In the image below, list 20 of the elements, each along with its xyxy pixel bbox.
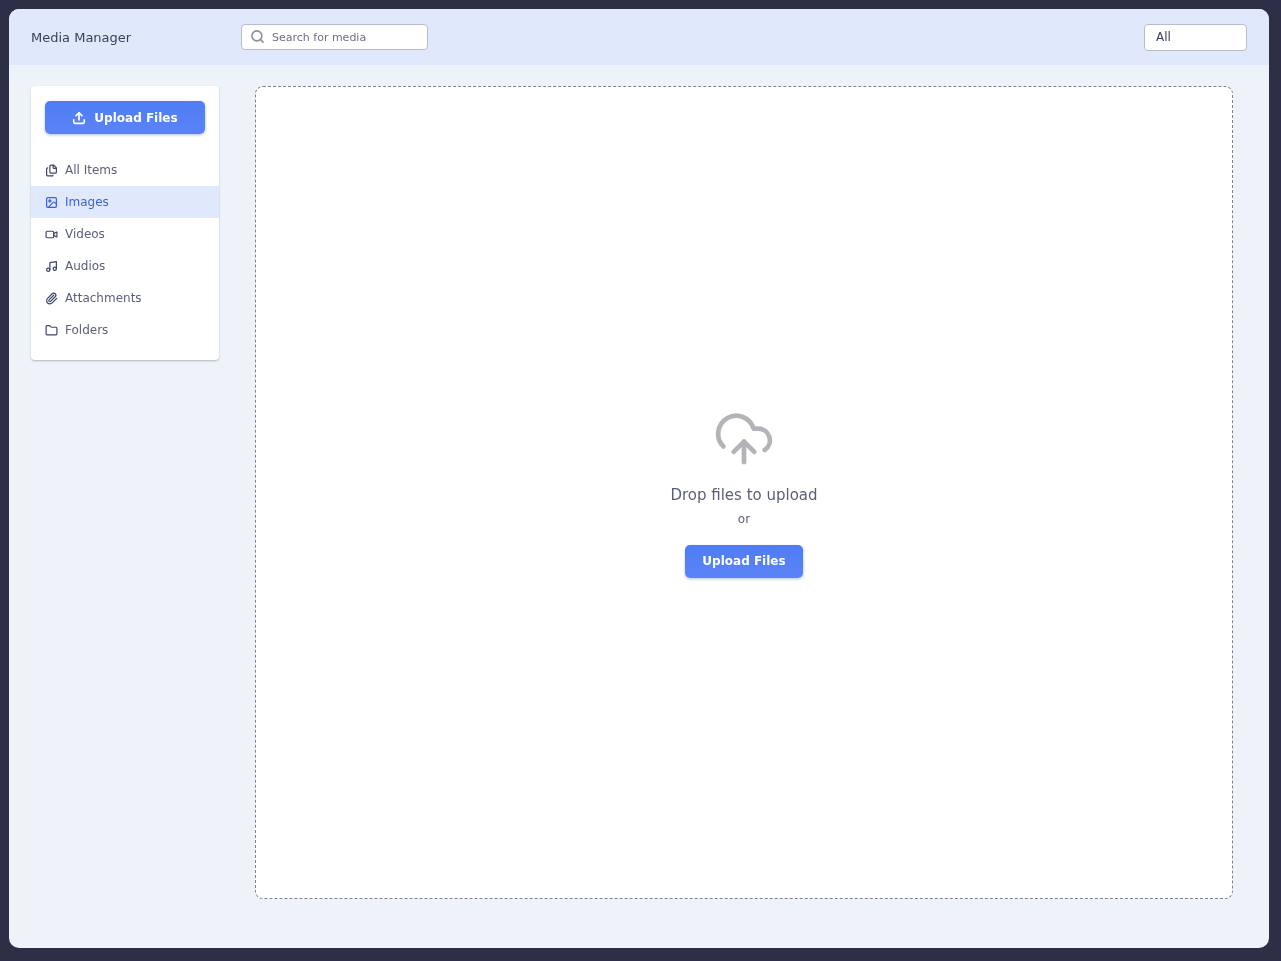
image-icon [45, 195, 58, 209]
attachment-icon [45, 291, 58, 305]
upload-icon [72, 110, 87, 125]
sidebar-item[interactable]: Audios [31, 250, 219, 282]
upload-button[interactable]: Upload Files [45, 101, 205, 134]
audio-icon [45, 259, 58, 273]
drop-zone[interactable]: Drop files to upload or Upload Files [255, 86, 1233, 899]
sidebar-item[interactable]: Attachments [31, 282, 219, 314]
search-field[interactable]: Search for media [241, 24, 428, 50]
drop-message: Drop files to upload [670, 485, 818, 504]
sidebar-item[interactable]: Videos [31, 218, 219, 250]
separator-text: or [737, 511, 751, 526]
app-title: Media Manager [31, 29, 133, 45]
sidebar-item[interactable]: All Items [31, 154, 219, 186]
sidebar-item[interactable]: Folders [31, 314, 219, 346]
upload-button[interactable]: Upload Files [685, 544, 803, 578]
filter-dropdown[interactable]: All [1144, 23, 1247, 51]
sidebar-item[interactable]: Images [31, 186, 219, 218]
folder-icon [45, 323, 58, 337]
search-icon [250, 29, 265, 44]
